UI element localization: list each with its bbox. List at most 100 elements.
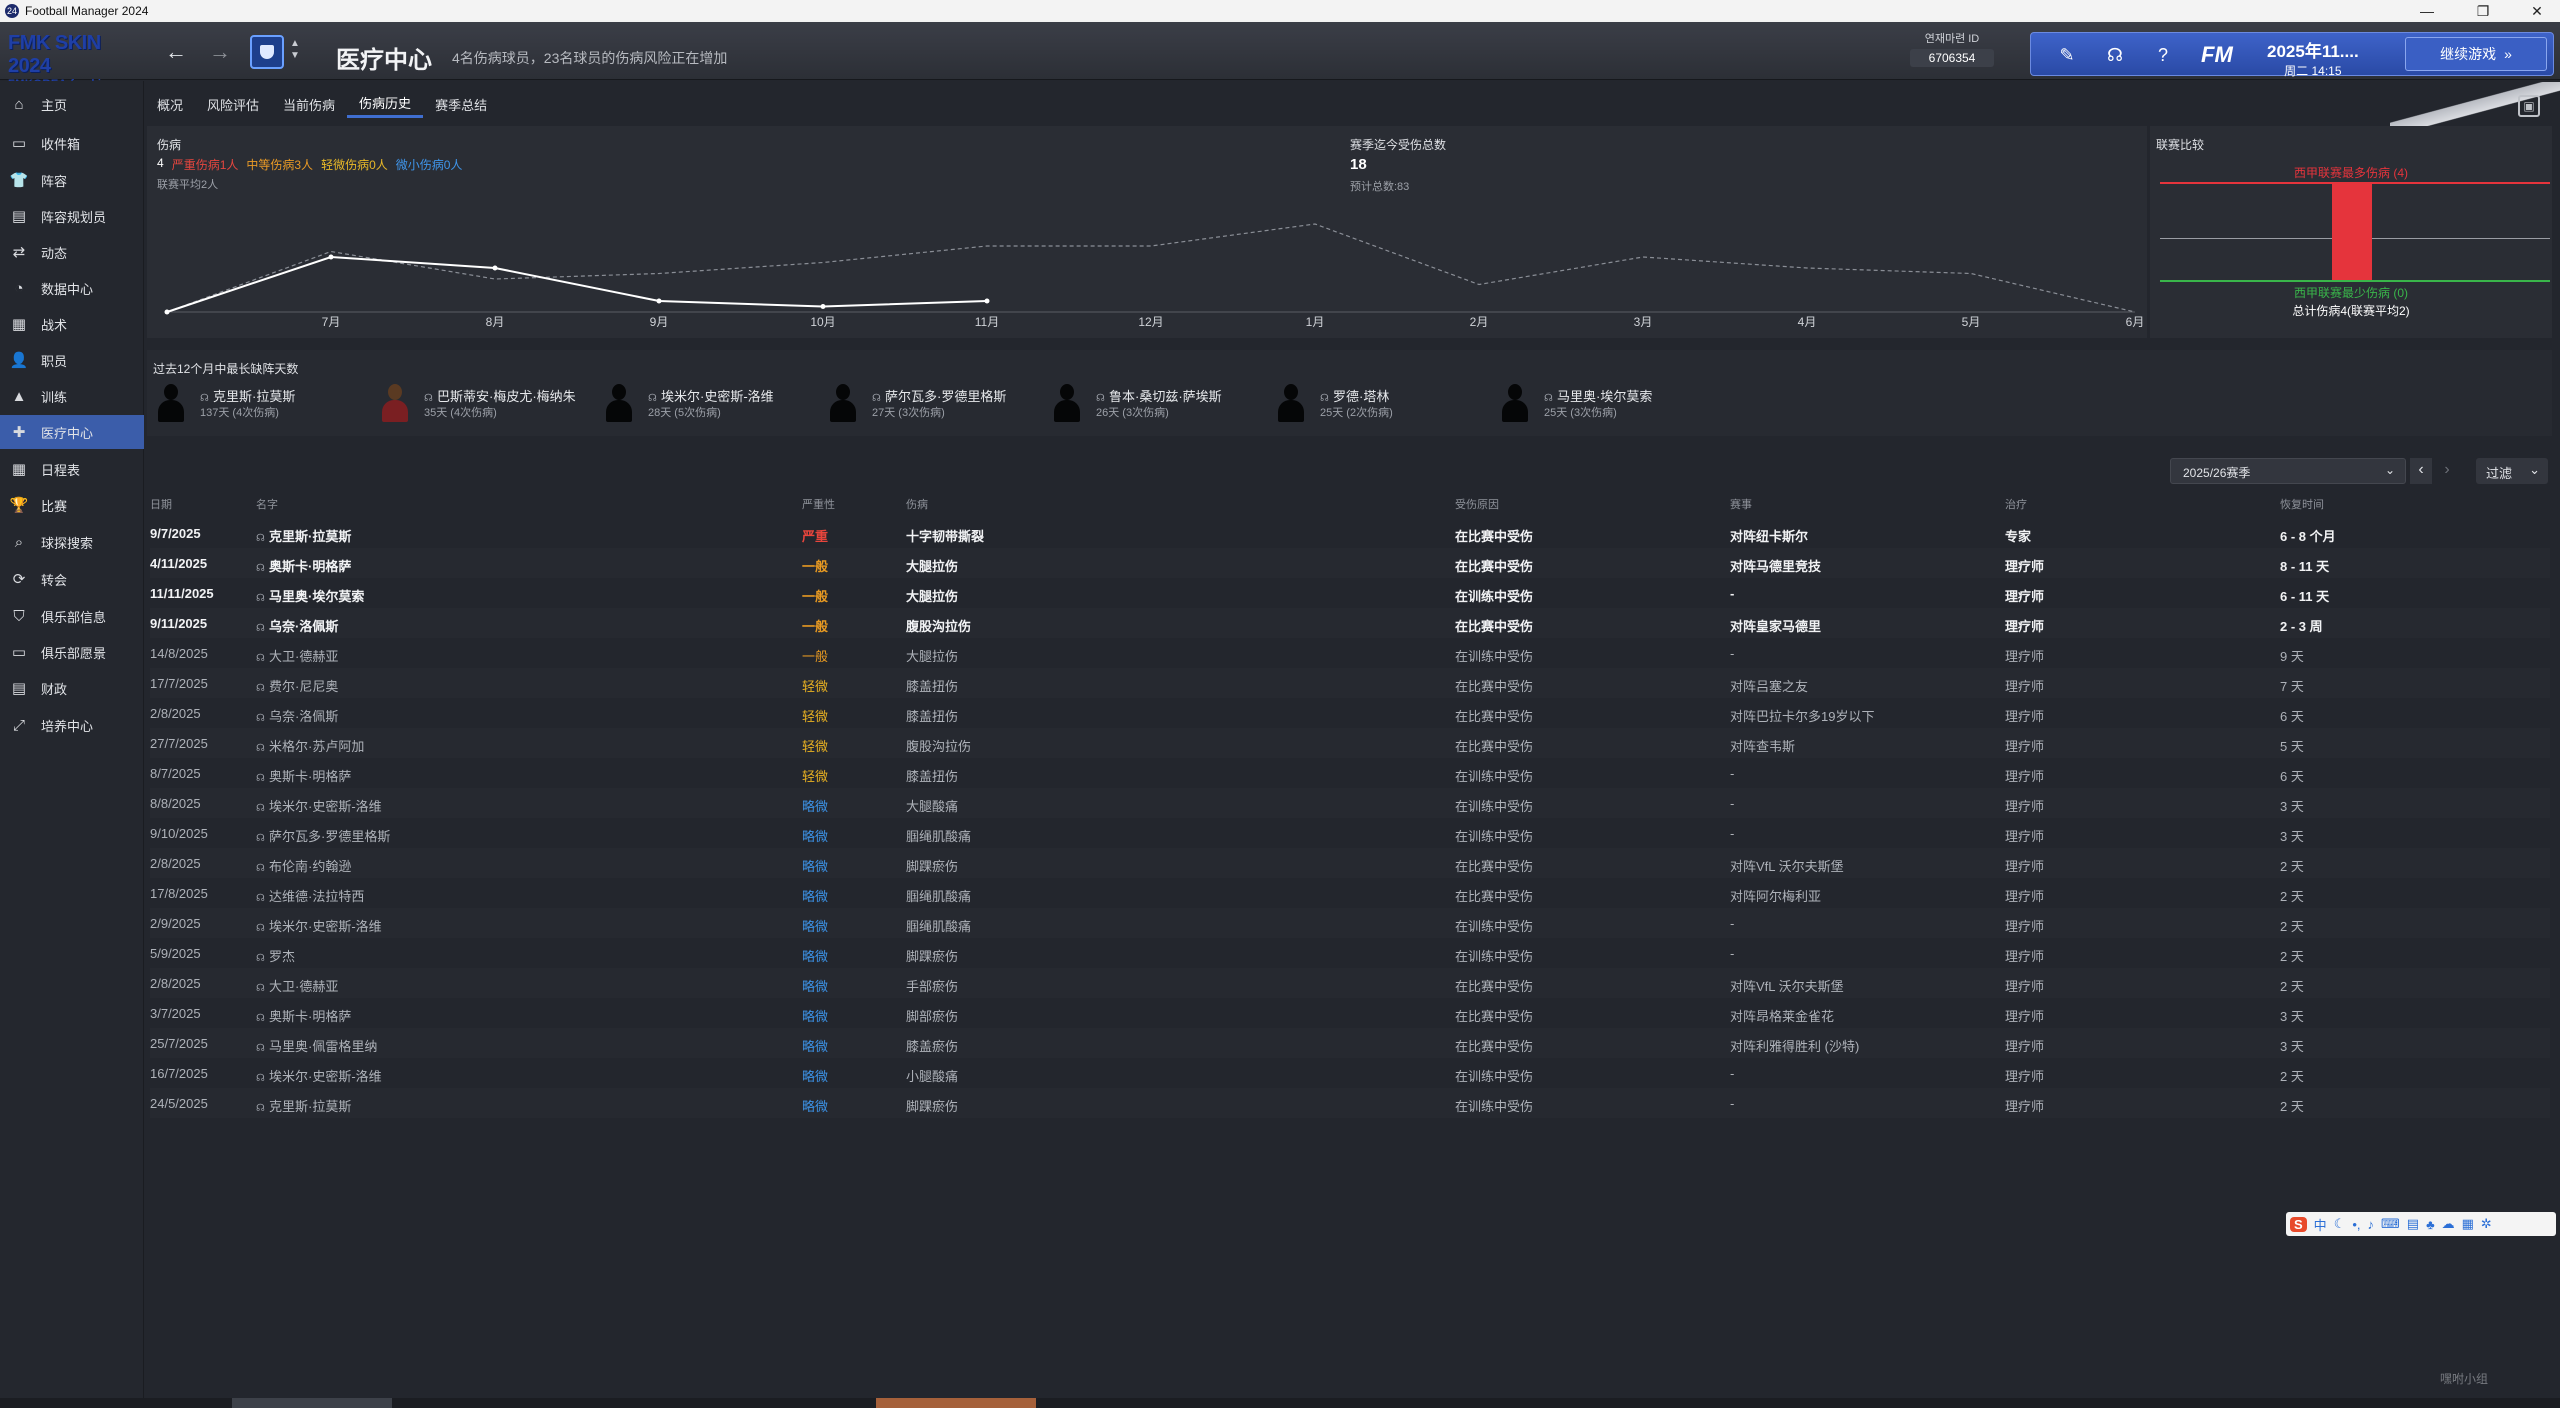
ime-settings-icon[interactable]: ✲ [2481,1216,2492,1232]
tab-2[interactable]: 当前伤病 [271,90,347,118]
longest-absence-player[interactable]: ☊ 鲁本·桑切兹·萨埃斯 26天 (3次伤病) [1052,380,1272,430]
series-point[interactable] [984,298,990,304]
longest-absence-player[interactable]: ☊ 萨尔瓦多·罗德里格斯 27天 (3次伤病) [828,380,1048,430]
ime-skin-icon[interactable]: ▤ [2407,1216,2419,1232]
series-point[interactable] [328,254,334,260]
cell-name[interactable]: ☊ 埃米尔·史密斯-洛维 [256,1066,382,1085]
player-name[interactable]: ☊ 罗德·塔林 [1320,386,1389,405]
longest-absence-player[interactable]: ☊ 罗德·塔林 25天 (2次伤病) [1276,380,1496,430]
column-header-match[interactable]: 赛事 [1730,496,1752,512]
ime-keyboard-icon[interactable]: ⌨ [2381,1216,2400,1232]
table-row[interactable]: 5/9/2025 ☊ 罗杰 略微 脚踝瘀伤 在训练中受伤 - 理疗师 2 天 [150,938,2550,968]
table-row[interactable]: 2/8/2025 ☊ 布伦南·约翰逊 略微 脚踝瘀伤 在比赛中受伤 对阵VfL 沃尔夫斯堡 理… [150,848,2550,878]
cell-name[interactable]: ☊ 乌奈·洛佩斯 [256,616,338,635]
longest-absence-player[interactable]: ☊ 克里斯·拉莫斯 137天 (4次伤病) [156,380,376,430]
cell-name[interactable]: ☊ 奥斯卡·明格萨 [256,556,351,575]
table-row[interactable]: 9/11/2025 ☊ 乌奈·洛佩斯 一般 腹股沟拉伤 在比赛中受伤 对阵皇家马德里 理疗师 2… [150,608,2550,638]
cell-name[interactable]: ☊ 米格尔·苏卢阿加 [256,736,364,755]
longest-absence-player[interactable]: ☊ 埃米尔·史密斯-洛维 28天 (5次伤病) [604,380,824,430]
club-badge[interactable] [250,35,284,69]
table-row[interactable]: 3/7/2025 ☊ 奥斯卡·明格萨 略微 脚部瘀伤 在比赛中受伤 对阵昂格莱金雀花 理疗师 3… [150,998,2550,1028]
filter-button[interactable]: 过滤 ⌄ [2476,458,2548,484]
sidebar-item-finances[interactable]: ▤ 财政 [0,671,144,705]
sidebar-item-inbox[interactable]: ▭ 收件箱 [0,126,144,160]
cell-name[interactable]: ☊ 布伦南·约翰逊 [256,856,351,875]
series-point[interactable] [164,309,170,315]
table-row[interactable]: 11/11/2025 ☊ 马里奥·埃尔莫索 一般 大腿拉伤 在训练中受伤 - 理疗师 6 - 1… [150,578,2550,608]
cell-name[interactable]: ☊ 克里斯·拉莫斯 [256,1096,351,1115]
help-icon[interactable]: ? [2149,41,2177,69]
sidebar-item-dynamics[interactable]: ⇄ 动态 [0,235,144,269]
table-row[interactable]: 25/7/2025 ☊ 马里奥·佩雷格里纳 略微 膝盖瘀伤 在比赛中受伤 对阵利雅得胜利 (… [150,1028,2550,1058]
sidebar-item-club-vision[interactable]: ▭ 俱乐部愿景 [0,635,144,669]
column-header-date[interactable]: 日期 [150,496,172,512]
cell-name[interactable]: ☊ 乌奈·洛佩斯 [256,706,338,725]
ime-chinese-mode-icon[interactable]: 中 [2314,1215,2327,1234]
cell-name[interactable]: ☊ 萨尔瓦多·罗德里格斯 [256,826,390,845]
column-header-severity[interactable]: 严重性 [802,496,835,512]
table-row[interactable]: 9/10/2025 ☊ 萨尔瓦多·罗德里格斯 略微 腘绳肌酸痛 在训练中受伤 - 理疗师 3 天 [150,818,2550,848]
table-row[interactable]: 17/8/2025 ☊ 达维德·法拉特西 略微 腘绳肌酸痛 在比赛中受伤 对阵阿尔梅利亚 理疗… [150,878,2550,908]
sogou-ime-icon[interactable]: S [2290,1216,2307,1232]
pencil-icon[interactable]: ✎ [2053,41,2081,69]
sidebar-item-training[interactable]: ▲ 训练 [0,379,144,413]
cell-name[interactable]: ☊ 奥斯卡·明格萨 [256,1006,351,1025]
cell-name[interactable]: ☊ 达维德·法拉特西 [256,886,364,905]
sidebar-item-home[interactable]: ⌂ 主页 [0,87,144,121]
sidebar-item-squad-planner[interactable]: ▤ 阵容规划员 [0,199,144,233]
series-point[interactable] [656,298,662,304]
sidebar-item-medical[interactable]: ✚ 医疗中心 [0,415,144,449]
table-row[interactable]: 14/8/2025 ☊ 大卫·德赫亚 一般 大腿拉伤 在训练中受伤 - 理疗师 9 天 [150,638,2550,668]
player-name[interactable]: ☊ 克里斯·拉莫斯 [200,386,295,405]
game-date[interactable]: 2025年11.... 周二 14:15 [2267,37,2359,79]
sidebar-item-squad[interactable]: 👕 阵容 [0,163,144,197]
table-row[interactable]: 27/7/2025 ☊ 米格尔·苏卢阿加 轻微 腹股沟拉伤 在比赛中受伤 对阵查韦斯 理疗师 5… [150,728,2550,758]
minimize-button[interactable]: — [2404,0,2450,22]
series-point[interactable] [820,304,826,309]
back-arrow-icon[interactable]: ← [162,38,190,66]
player-name[interactable]: ☊ 巴斯蒂安·梅皮尤·梅纳朱 [424,386,576,405]
forward-arrow-icon[interactable]: → [206,38,234,66]
season-select[interactable]: 2025/26赛季 ⌄ [2170,458,2406,484]
cell-name[interactable]: ☊ 马里奥·佩雷格里纳 [256,1036,377,1055]
ime-shirt-icon[interactable]: ♣ [2426,1217,2435,1232]
ime-grid-icon[interactable]: ▦ [2462,1216,2474,1232]
cell-name[interactable]: ☊ 埃米尔·史密斯-洛维 [256,796,382,815]
longest-absence-player[interactable]: ☊ 马里奥·埃尔莫索 25天 (3次伤病) [1500,380,1720,430]
cell-name[interactable]: ☊ 罗杰 [256,946,295,965]
cell-name[interactable]: ☊ 大卫·德赫亚 [256,646,338,665]
cell-name[interactable]: ☊ 马里奥·埃尔莫索 [256,586,364,605]
sidebar-item-transfers[interactable]: ⟳ 转会 [0,562,144,596]
column-header-injury[interactable]: 伤病 [906,496,928,512]
player-name[interactable]: ☊ 马里奥·埃尔莫索 [1544,386,1652,405]
settings-icon[interactable]: ▣ [2518,95,2540,117]
player-name[interactable]: ☊ 萨尔瓦多·罗德里格斯 [872,386,1006,405]
sidebar-item-competitions[interactable]: 🏆 比赛 [0,488,144,522]
brain-icon[interactable]: ☊ [2101,41,2129,69]
sidebar-item-club-info[interactable]: ⛉ 俱乐部信息 [0,599,144,633]
column-header-cause[interactable]: 受伤原因 [1455,496,1499,512]
sidebar-item-scouting[interactable]: ⌕ 球探搜索 [0,525,144,559]
column-header-recovery[interactable]: 恢复时间 [2280,496,2324,512]
sidebar-item-development[interactable]: ⤢ 培养中心 [0,708,144,742]
cell-name[interactable]: ☊ 奥斯卡·明格萨 [256,766,351,785]
continue-button[interactable]: 继续游戏 » [2405,37,2547,71]
sidebar-item-tactics[interactable]: ▦ 战术 [0,307,144,341]
table-row[interactable]: 9/7/2025 ☊ 克里斯·拉莫斯 严重 十字韧带撕裂 在比赛中受伤 对阵纽卡斯尔 专家 6 … [150,518,2550,548]
player-name[interactable]: ☊ 埃米尔·史密斯-洛维 [648,386,774,405]
table-row[interactable]: 8/7/2025 ☊ 奥斯卡·明格萨 轻微 膝盖扭伤 在训练中受伤 - 理疗师 6 天 [150,758,2550,788]
tab-3[interactable]: 伤病历史 [347,90,424,118]
ime-cloud-icon[interactable]: ☁ [2442,1216,2455,1232]
ime-mic-icon[interactable]: ♪ [2368,1217,2375,1232]
table-row[interactable]: 2/8/2025 ☊ 大卫·德赫亚 略微 手部瘀伤 在比赛中受伤 对阵VfL 沃尔夫斯堡 理疗… [150,968,2550,998]
table-row[interactable]: 2/9/2025 ☊ 埃米尔·史密斯-洛维 略微 腘绳肌酸痛 在训练中受伤 - 理疗师 2 天 [150,908,2550,938]
cell-name[interactable]: ☊ 埃米尔·史密斯-洛维 [256,916,382,935]
player-name[interactable]: ☊ 鲁本·桑切兹·萨埃斯 [1096,386,1222,405]
column-header-treatment[interactable]: 治疗 [2005,496,2027,512]
tab-1[interactable]: 风险评估 [195,90,271,118]
tab-4[interactable]: 赛季总结 [423,90,499,118]
restore-button[interactable]: ❐ [2460,0,2506,22]
tab-0[interactable]: 概况 [145,90,195,118]
fm-logo[interactable]: FM [2201,42,2233,68]
table-row[interactable]: 24/5/2025 ☊ 克里斯·拉莫斯 略微 脚踝瘀伤 在训练中受伤 - 理疗师 2 天 [150,1088,2550,1118]
